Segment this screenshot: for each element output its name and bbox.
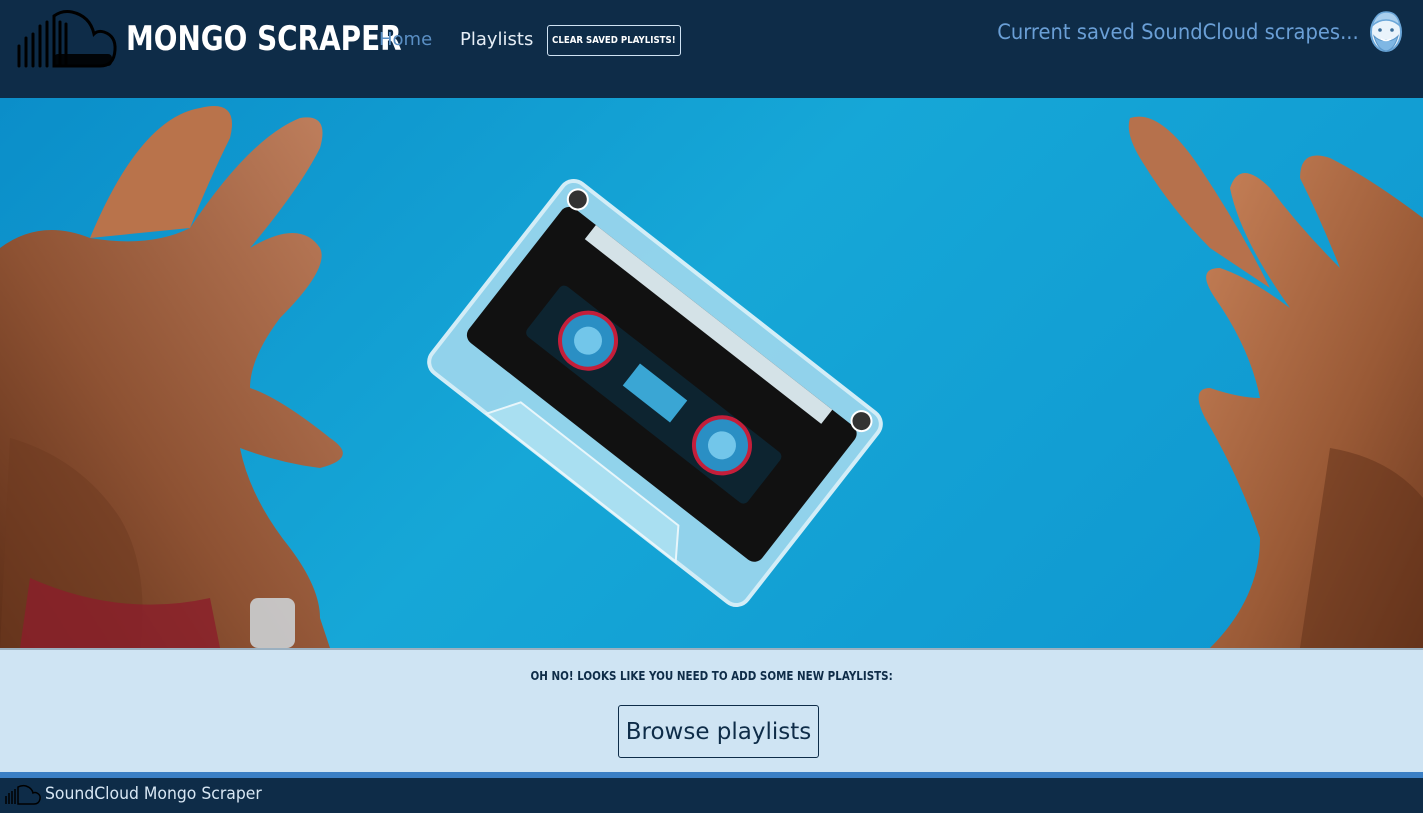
empty-playlists-notice: OH NO! LOOKS LIKE YOU NEED TO ADD SOME N… <box>0 648 1423 772</box>
cassette-hands-illustration <box>0 106 1423 648</box>
footer-text: SoundCloud Mongo Scraper <box>45 784 262 804</box>
nav-playlists[interactable]: Playlists <box>460 29 533 50</box>
notice-message-text: OH NO! LOOKS LIKE YOU NEED TO ADD SOME N… <box>530 669 893 683</box>
saved-scrapes-text[interactable]: Current saved SoundCloud scrapes... <box>997 20 1359 44</box>
clear-saved-playlists-button[interactable]: CLEAR SAVED PLAYLISTS! <box>547 25 681 56</box>
right-hand <box>1128 116 1423 648</box>
clear-saved-playlists-label: CLEAR SAVED PLAYLISTS! <box>552 35 676 46</box>
footer: SoundCloud Mongo Scraper <box>0 778 1423 813</box>
notice-message: OH NO! LOOKS LIKE YOU NEED TO ADD SOME N… <box>0 669 1423 683</box>
brand-title: MONGO SCRAPER <box>126 19 402 59</box>
nav-home[interactable]: Home <box>379 29 432 50</box>
cassette-tape <box>427 178 883 608</box>
browse-playlists-button[interactable]: Browse playlists <box>618 705 819 758</box>
hero-image <box>0 98 1423 648</box>
left-hand <box>0 106 343 648</box>
avatar-icon[interactable] <box>1368 8 1404 54</box>
navbar: MONGO SCRAPER Home Playlists CLEAR SAVED… <box>0 0 1423 98</box>
soundcloud-footer-icon <box>5 784 41 805</box>
soundcloud-logo-icon <box>17 10 117 68</box>
